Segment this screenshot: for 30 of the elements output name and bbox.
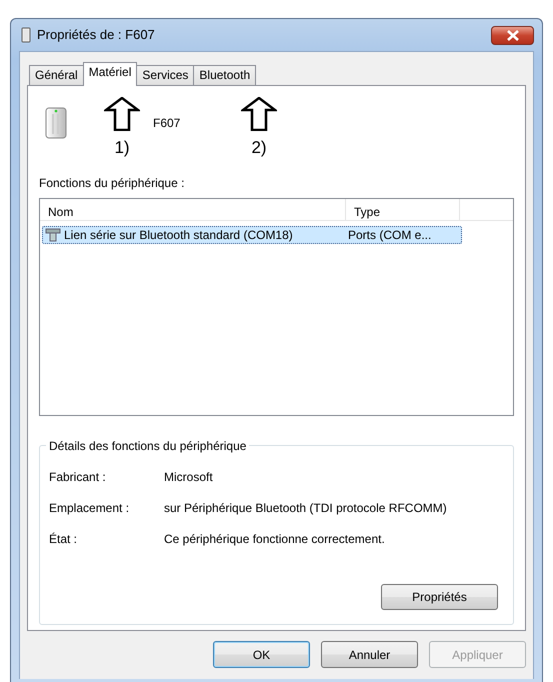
- column-header[interactable]: Nom: [40, 199, 346, 220]
- annotation-label: 2): [251, 137, 267, 159]
- field-value: sur Périphérique Bluetooth (TDI protocole RFCOMM): [164, 500, 447, 517]
- arrow-icon: [241, 97, 277, 131]
- section-label: Fonctions du périphérique :: [39, 175, 186, 192]
- arrow-icon: [104, 97, 140, 131]
- port-icon: [45, 228, 61, 242]
- row-type: Ports (COM e...: [348, 227, 432, 244]
- field-label: Emplacement :: [49, 500, 130, 517]
- device-icon: [21, 27, 31, 43]
- field-value: Microsoft: [164, 469, 213, 486]
- row-name: Lien série sur Bluetooth standard (COM18): [64, 227, 294, 244]
- dialog-button[interactable]: Annuler: [321, 641, 418, 668]
- list-row[interactable]: Lien série sur Bluetooth standard (COM18) Ports (COM e...: [42, 226, 462, 244]
- device-icon: [45, 106, 67, 140]
- tab[interactable]: Services: [136, 65, 194, 85]
- window-title: Propriétés de : F607: [37, 26, 155, 44]
- dialog-button[interactable]: OK: [213, 641, 310, 668]
- field-value: Ce périphérique fonctionne correctement.: [164, 531, 385, 548]
- field-label: État :: [49, 531, 78, 548]
- tab[interactable]: Bluetooth: [193, 65, 256, 85]
- device-name: F607: [153, 115, 180, 132]
- tab[interactable]: Général: [29, 65, 84, 85]
- column-header[interactable]: Type: [346, 199, 460, 220]
- close-button[interactable]: [491, 26, 534, 44]
- annotation-label: 1): [114, 137, 130, 159]
- field-label: Fabricant :: [49, 469, 107, 486]
- properties-button[interactable]: Propriétés: [381, 584, 498, 610]
- close-icon: [506, 30, 520, 40]
- tab[interactable]: Matériel: [82, 62, 138, 86]
